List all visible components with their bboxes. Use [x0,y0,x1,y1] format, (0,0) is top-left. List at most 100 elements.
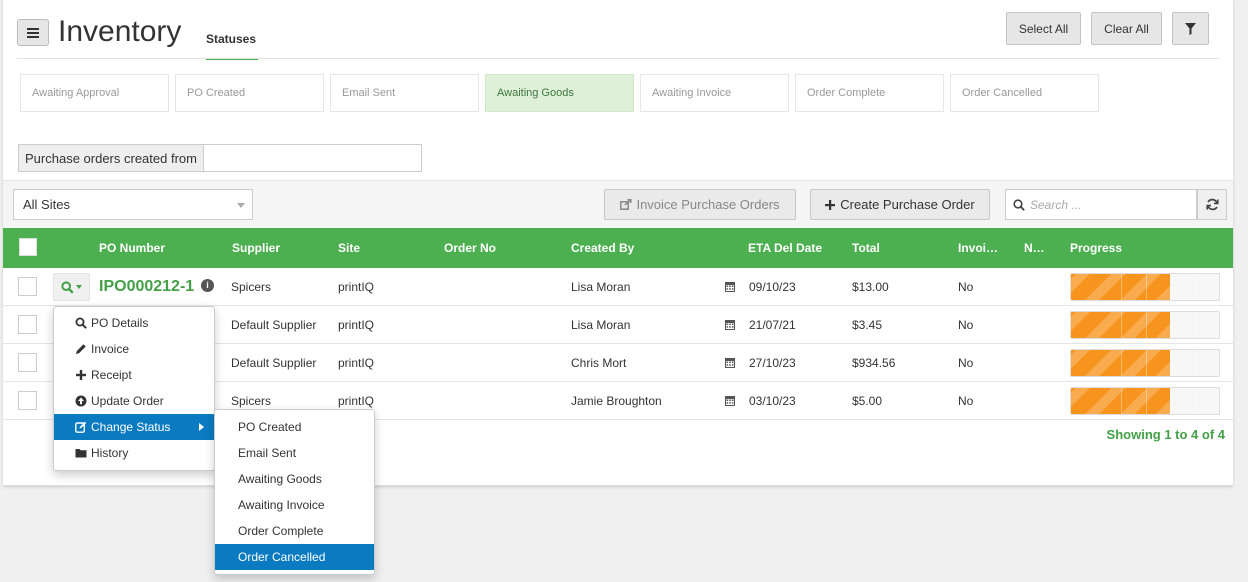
col-progress[interactable]: Progress [1070,241,1122,255]
cell-invoiced: No [958,356,974,370]
sites-select[interactable]: All Sites [13,189,253,220]
change-status-submenu: PO Created Email Sent Awaiting Goods Awa… [214,409,375,575]
menu-item-label: Update Order [91,394,164,408]
row-checkbox[interactable] [18,315,37,334]
invoice-purchase-orders-label: Invoice Purchase Orders [636,197,780,212]
progress-bar [1070,273,1220,301]
search-icon [1013,198,1025,211]
header-divider [17,58,1219,59]
cell-supplier: Spicers [231,394,272,408]
clear-all-button[interactable]: Clear All [1091,12,1162,45]
cell-eta: 09/10/23 [749,280,796,294]
sites-select-value: All Sites [23,197,70,212]
menu-item-history[interactable]: History [54,440,214,466]
status-tile-awaiting-invoice[interactable]: Awaiting Invoice [640,74,789,112]
cell-total: $3.45 [852,318,883,332]
tab-statuses[interactable]: Statuses [206,32,258,60]
cell-total: $934.56 [852,356,896,370]
refresh-button[interactable] [1197,189,1227,220]
progress-bar [1070,311,1220,339]
cell-site: printIQ [338,318,375,332]
col-total[interactable]: Total [852,241,880,255]
search-icon [61,280,74,294]
filter-icon [1185,22,1196,35]
filter-button[interactable] [1172,12,1209,45]
hamburger-menu-button[interactable] [17,19,49,46]
row-actions-menu: PO Details Invoice Receipt Update Order … [53,306,215,471]
menu-item-invoice[interactable]: Invoice [54,336,214,362]
folder-icon [75,449,87,458]
created-from-label: Purchase orders created from [19,145,204,171]
table-toolbar: All Sites Invoice Purchase Orders Create… [3,180,1233,228]
created-from-input[interactable] [204,145,421,171]
cell-created-by: Jamie Broughton [571,394,662,408]
col-po-number[interactable]: PO Number [99,241,165,255]
col-eta-del-date[interactable]: ETA Del Date [748,241,822,255]
create-purchase-order-button[interactable]: Create Purchase Order [810,189,990,220]
menu-item-change-status[interactable]: Change Status [54,414,214,440]
status-tile-awaiting-approval[interactable]: Awaiting Approval [20,74,169,112]
search-icon [75,317,87,329]
cell-site: printIQ [338,280,375,294]
search-input[interactable]: Search ... [1005,189,1197,220]
col-site[interactable]: Site [338,241,360,255]
col-supplier[interactable]: Supplier [232,241,280,255]
menu-item-receipt[interactable]: Receipt [54,362,214,388]
share-square-icon [620,199,633,210]
row-checkbox[interactable] [18,391,37,410]
status-tile-po-created[interactable]: PO Created [175,74,324,112]
cell-invoiced: No [958,318,974,332]
select-all-button[interactable]: Select All [1006,12,1081,45]
pencil-icon [76,344,86,354]
submenu-item-order-cancelled[interactable]: Order Cancelled [215,544,374,570]
pagination-info: Showing 1 to 4 of 4 [1106,427,1225,442]
chevron-down-icon [237,203,245,208]
status-tile-awaiting-goods[interactable]: Awaiting Goods [485,74,634,112]
plus-icon [76,370,86,380]
create-purchase-order-label: Create Purchase Order [840,197,975,212]
cell-site: printIQ [338,394,375,408]
cell-supplier: Default Supplier [231,318,317,332]
status-tile-order-cancelled[interactable]: Order Cancelled [950,74,1099,112]
select-all-checkbox[interactable] [19,238,37,256]
cell-created-by: Lisa Moran [571,318,631,332]
row-checkbox[interactable] [18,277,37,296]
submenu-item-po-created[interactable]: PO Created [215,414,374,440]
table-header: PO Number Supplier Site Order No Created… [3,228,1233,268]
submenu-item-awaiting-invoice[interactable]: Awaiting Invoice [215,492,374,518]
submenu-item-awaiting-goods[interactable]: Awaiting Goods [215,466,374,492]
col-created-by[interactable]: Created By [571,241,634,255]
table-row[interactable]: IPO000212-1 i Spicers printIQ Lisa Moran… [3,268,1233,306]
invoice-purchase-orders-button[interactable]: Invoice Purchase Orders [604,189,796,220]
row-checkbox[interactable] [18,353,37,372]
hamburger-icon [27,27,39,38]
caret-down-icon [76,285,82,289]
chevron-right-icon [199,423,204,431]
col-notes[interactable]: N… [1024,241,1045,255]
cell-invoiced: No [958,394,974,408]
status-tile-email-sent[interactable]: Email Sent [330,74,479,112]
calendar-icon [725,358,735,368]
submenu-item-email-sent[interactable]: Email Sent [215,440,374,466]
row-actions-button[interactable] [53,273,90,301]
menu-item-po-details[interactable]: PO Details [54,310,214,336]
po-number-link[interactable]: IPO000212-1 [99,278,194,296]
calendar-icon [725,320,735,330]
cell-eta: 03/10/23 [749,394,796,408]
progress-bar [1070,387,1220,415]
menu-item-update-order[interactable]: Update Order [54,388,214,414]
calendar-icon [725,282,735,292]
col-order-no[interactable]: Order No [444,241,496,255]
edit-icon [75,421,87,433]
created-from-filter: Purchase orders created from [18,144,422,172]
status-tile-order-complete[interactable]: Order Complete [795,74,944,112]
cell-eta: 21/07/21 [749,318,796,332]
col-invoiced[interactable]: Invoi… [958,241,998,255]
cell-site: printIQ [338,356,375,370]
menu-item-label: Change Status [91,420,171,434]
cell-created-by: Lisa Moran [571,280,631,294]
calendar-icon [725,396,735,406]
info-icon[interactable]: i [201,279,214,292]
cell-supplier: Default Supplier [231,356,317,370]
submenu-item-order-complete[interactable]: Order Complete [215,518,374,544]
